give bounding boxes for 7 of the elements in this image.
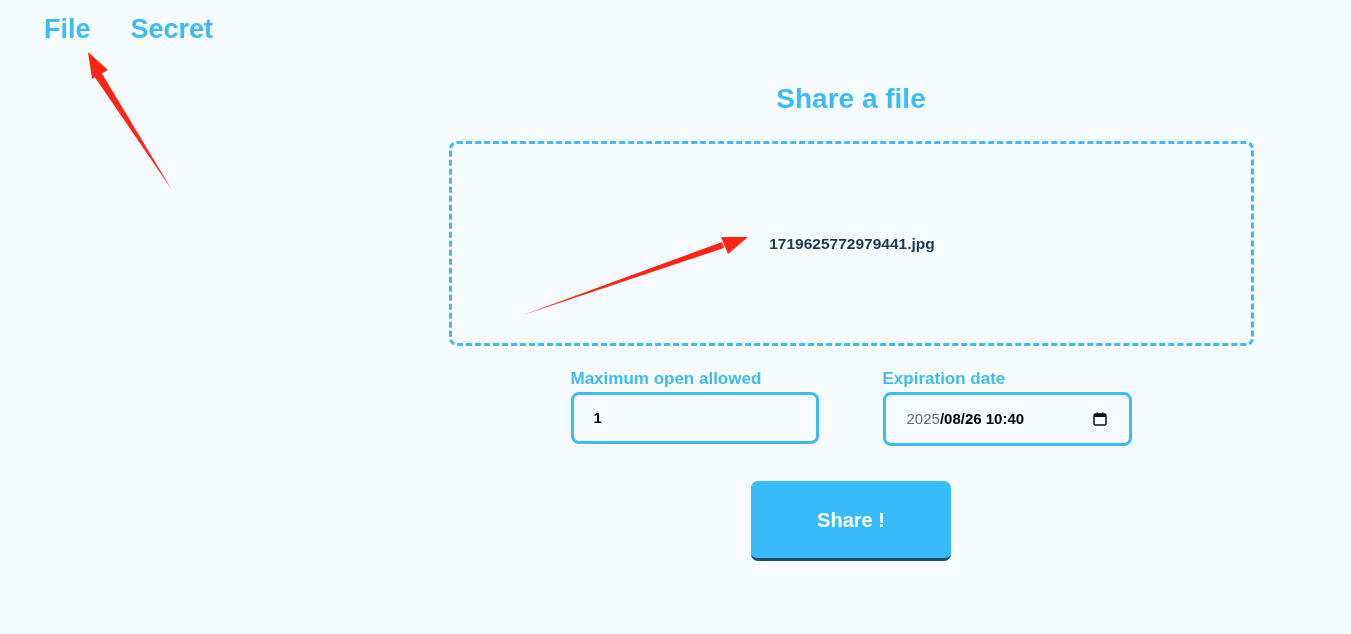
page-title: Share a file — [776, 82, 926, 116]
field-label: Maximum open allowed — [570, 369, 763, 389]
calendar-icon[interactable] — [1092, 412, 1107, 426]
date-field[interactable]: 2025/08/26 10:40 — [882, 392, 1132, 446]
field-label: Expiration date — [882, 369, 1007, 389]
number-field[interactable]: 1 — [570, 392, 819, 444]
file-name: 1719625772979441.jpg — [768, 233, 935, 254]
